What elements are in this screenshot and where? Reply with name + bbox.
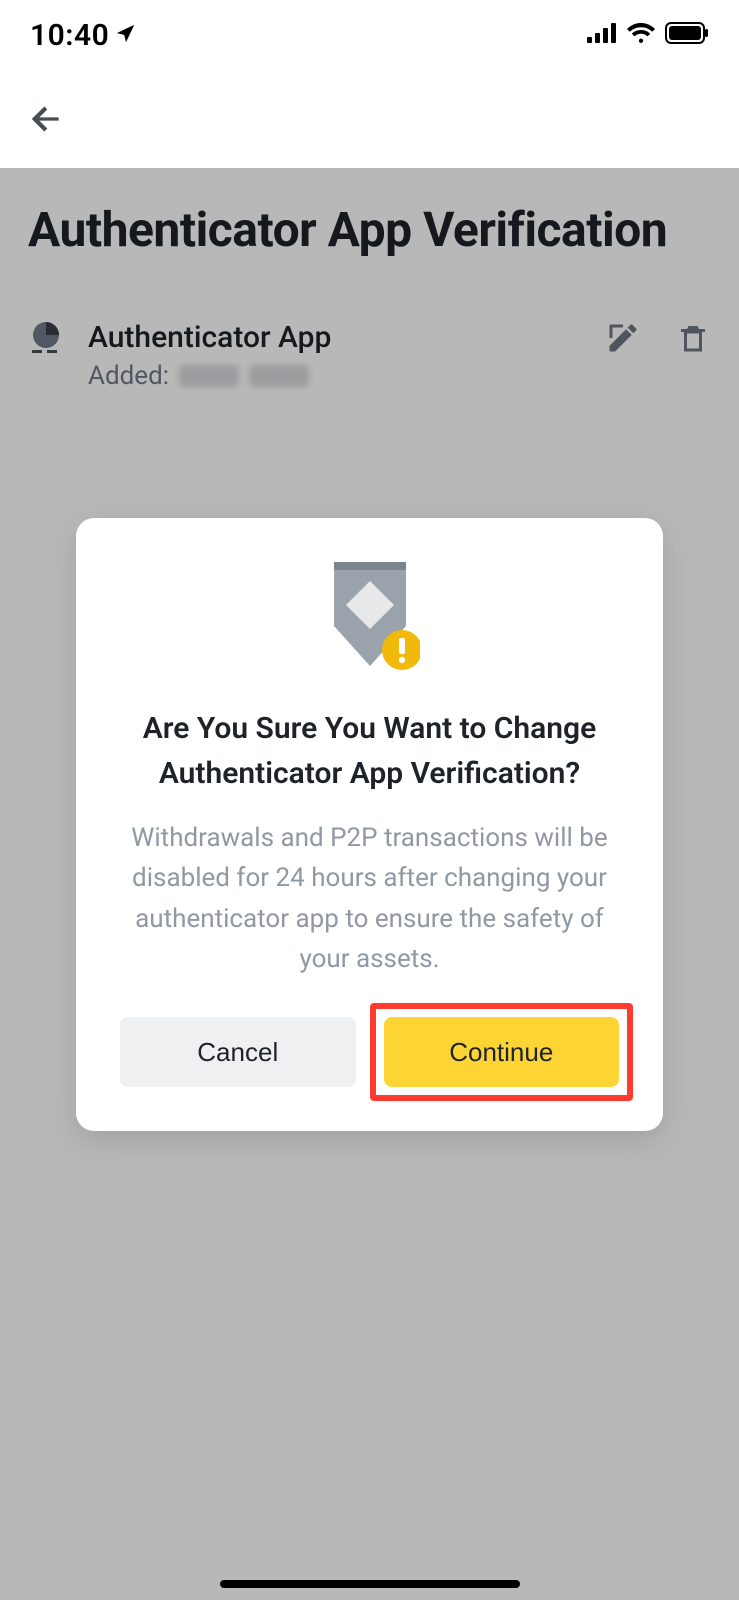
status-bar: 10:40	[0, 0, 739, 70]
status-indicators	[587, 22, 709, 48]
location-icon	[115, 18, 137, 53]
continue-button[interactable]: Continue	[384, 1017, 620, 1087]
cellular-icon	[587, 23, 617, 47]
arrow-left-icon	[27, 100, 65, 138]
page: Authenticator App Verification Authentic…	[0, 168, 739, 1600]
status-time-group: 10:40	[30, 18, 137, 53]
home-indicator[interactable]	[220, 1580, 520, 1588]
modal-body: Withdrawals and P2P transactions will be…	[120, 818, 619, 979]
cancel-button[interactable]: Cancel	[120, 1017, 356, 1087]
battery-icon	[665, 22, 709, 48]
nav-bar	[0, 70, 739, 168]
modal-icon	[120, 562, 619, 678]
continue-highlight: Continue	[370, 1003, 634, 1101]
status-time: 10:40	[30, 18, 109, 53]
wifi-icon	[627, 23, 655, 47]
back-button[interactable]	[24, 97, 68, 141]
modal-title: Are You Sure You Want to Change Authenti…	[120, 706, 619, 796]
shield-warning-icon	[320, 562, 420, 678]
confirm-modal: Are You Sure You Want to Change Authenti…	[76, 518, 663, 1131]
modal-actions: Cancel Continue	[120, 1017, 619, 1087]
